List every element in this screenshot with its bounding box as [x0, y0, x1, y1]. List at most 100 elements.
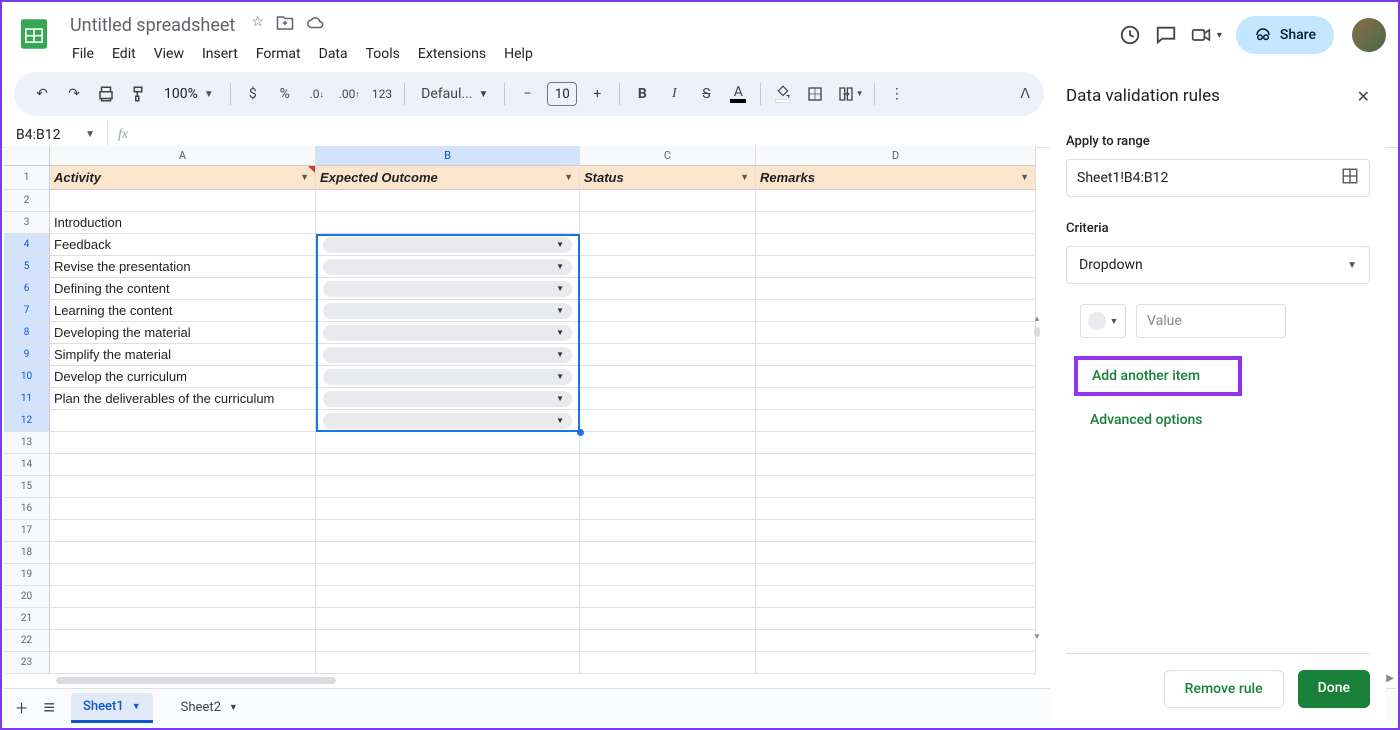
column-header-A[interactable]: A [50, 146, 316, 166]
cell[interactable] [756, 586, 1036, 608]
cell[interactable] [756, 366, 1036, 388]
dropdown-chip[interactable]: ▼ [323, 347, 572, 363]
history-icon[interactable] [1119, 24, 1141, 46]
cell[interactable]: ▼ [316, 388, 580, 410]
cell[interactable] [316, 212, 580, 234]
share-button[interactable]: Share [1236, 16, 1334, 54]
cell[interactable]: ▼ [316, 322, 580, 344]
menu-extensions[interactable]: Extensions [410, 42, 494, 66]
cell[interactable] [316, 520, 580, 542]
row-header[interactable]: 10 [4, 366, 50, 388]
cell[interactable] [756, 454, 1036, 476]
cell[interactable]: Developing the material [50, 322, 316, 344]
cell[interactable] [580, 498, 756, 520]
decrease-decimal-button[interactable]: .0↓ [303, 79, 331, 109]
move-icon[interactable] [276, 14, 294, 36]
cell[interactable] [50, 476, 316, 498]
cell[interactable] [580, 608, 756, 630]
cell[interactable]: Simplify the material [50, 344, 316, 366]
cell[interactable] [756, 564, 1036, 586]
cell[interactable] [316, 498, 580, 520]
undo-button[interactable]: ↶ [28, 79, 56, 109]
currency-button[interactable]: $ [239, 79, 267, 109]
range-input[interactable]: Sheet1!B4:B12 [1066, 159, 1370, 197]
dropdown-chip[interactable]: ▼ [323, 369, 572, 385]
cell[interactable]: Feedback [50, 234, 316, 256]
cell[interactable] [316, 608, 580, 630]
row-header[interactable]: 16 [4, 498, 50, 520]
dropdown-chip[interactable]: ▼ [323, 325, 572, 341]
row-header[interactable]: 6 [4, 278, 50, 300]
cell[interactable] [316, 652, 580, 674]
comment-icon[interactable] [1155, 24, 1177, 46]
cell[interactable] [756, 630, 1036, 652]
cell[interactable] [580, 190, 756, 212]
cell[interactable] [580, 322, 756, 344]
row-header[interactable]: 8 [4, 322, 50, 344]
borders-button[interactable] [801, 79, 829, 109]
dropdown-chip[interactable]: ▼ [323, 413, 572, 429]
cell[interactable] [580, 520, 756, 542]
cell[interactable] [580, 278, 756, 300]
spreadsheet-grid[interactable]: ABCD 1Activity▼Expected Outcome▼Status▼R… [4, 146, 1046, 694]
menu-view[interactable]: View [146, 42, 192, 66]
tab-sheet2[interactable]: Sheet2▼ [169, 694, 250, 721]
cell[interactable] [316, 564, 580, 586]
merge-button[interactable]: ▾ [833, 79, 866, 109]
row-header[interactable]: 3 [4, 212, 50, 234]
cell[interactable]: ▼ [316, 234, 580, 256]
account-avatar[interactable] [1352, 18, 1386, 52]
menu-help[interactable]: Help [496, 42, 541, 66]
cell[interactable]: ▼ [316, 256, 580, 278]
cell[interactable] [756, 520, 1036, 542]
strikethrough-button[interactable]: S [692, 79, 720, 109]
font-size-input[interactable]: 10 [547, 82, 577, 106]
row-header[interactable]: 9 [4, 344, 50, 366]
row-header[interactable]: 18 [4, 542, 50, 564]
cell[interactable]: ▼ [316, 410, 580, 432]
cloud-icon[interactable] [306, 14, 326, 36]
cell[interactable] [756, 608, 1036, 630]
row-header[interactable]: 22 [4, 630, 50, 652]
cell[interactable] [580, 652, 756, 674]
dropdown-chip[interactable]: ▼ [323, 259, 572, 275]
cell[interactable] [50, 432, 316, 454]
zoom-select[interactable]: 100%▼ [156, 79, 222, 109]
cell[interactable] [580, 300, 756, 322]
menu-insert[interactable]: Insert [194, 42, 246, 66]
cell[interactable] [580, 410, 756, 432]
sheets-logo[interactable] [14, 14, 54, 54]
row-header[interactable]: 5 [4, 256, 50, 278]
paint-format-button[interactable] [124, 79, 152, 109]
cell[interactable] [316, 476, 580, 498]
menu-edit[interactable]: Edit [104, 42, 144, 66]
redo-button[interactable]: ↷ [60, 79, 88, 109]
advanced-options-link[interactable]: Advanced options [1090, 412, 1370, 428]
row-header[interactable]: 15 [4, 476, 50, 498]
close-icon[interactable]: ✕ [1357, 87, 1370, 106]
cell[interactable]: Defining the content [50, 278, 316, 300]
cell[interactable] [580, 586, 756, 608]
cell[interactable] [580, 542, 756, 564]
cell[interactable] [580, 256, 756, 278]
cell[interactable] [756, 322, 1036, 344]
menu-tools[interactable]: Tools [358, 42, 408, 66]
meet-icon[interactable]: ▾ [1191, 25, 1222, 45]
cell[interactable] [580, 454, 756, 476]
cell[interactable]: Develop the curriculum [50, 366, 316, 388]
cell[interactable] [50, 498, 316, 520]
cell[interactable] [50, 586, 316, 608]
cell[interactable] [756, 542, 1036, 564]
row-header[interactable]: 14 [4, 454, 50, 476]
cell[interactable]: ▼ [316, 344, 580, 366]
cell[interactable] [580, 432, 756, 454]
cell[interactable] [756, 432, 1036, 454]
column-header-C[interactable]: C [580, 146, 756, 166]
fill-color-button[interactable] [769, 79, 797, 109]
row-header[interactable]: 4 [4, 234, 50, 256]
cell[interactable] [50, 454, 316, 476]
row-header[interactable]: 7 [4, 300, 50, 322]
cell[interactable] [756, 212, 1036, 234]
cell[interactable]: ▼ [316, 366, 580, 388]
cell[interactable] [756, 410, 1036, 432]
